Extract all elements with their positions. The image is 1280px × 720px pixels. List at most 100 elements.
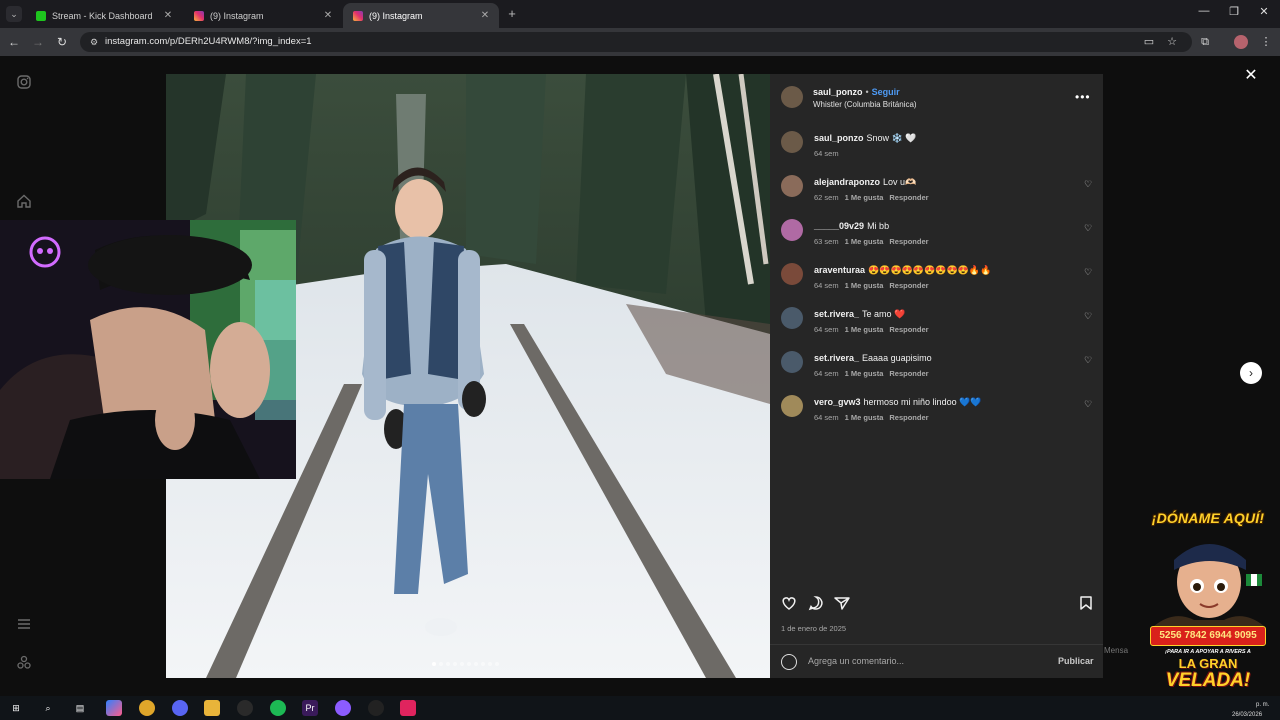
more-options-icon[interactable]: ••• — [1075, 90, 1091, 104]
comment-bubble-icon[interactable] — [807, 594, 825, 612]
carousel-dot[interactable] — [474, 662, 478, 666]
taskbar-date[interactable]: 26/03/2026 — [1232, 712, 1262, 718]
premiere-icon[interactable]: Pr — [302, 700, 318, 716]
taskbar-time[interactable]: p. m. — [1256, 702, 1269, 708]
commenter-avatar[interactable] — [781, 351, 803, 373]
reply-button[interactable]: Responder — [889, 325, 928, 334]
commenter-avatar[interactable] — [781, 307, 803, 329]
commenter-avatar[interactable] — [781, 263, 803, 285]
extensions-icon[interactable]: ⧉ — [1197, 34, 1213, 50]
forward-icon[interactable]: → — [30, 34, 46, 50]
author-avatar[interactable] — [781, 131, 803, 153]
close-post-icon[interactable]: ✕ — [1243, 68, 1259, 84]
tab-search-icon[interactable]: ⌄ — [6, 6, 22, 22]
share-send-icon[interactable] — [833, 594, 851, 612]
bookmark-star-icon[interactable]: ☆ — [1165, 36, 1179, 48]
reply-button[interactable]: Responder — [889, 237, 928, 246]
copilot-icon[interactable] — [106, 700, 122, 716]
app-icon[interactable] — [335, 700, 351, 716]
file-explorer-icon[interactable] — [204, 700, 220, 716]
close-tab-icon[interactable]: ✕ — [162, 10, 174, 21]
search-icon[interactable]: ⌕ — [40, 700, 56, 716]
caption-username[interactable]: saul_ponzo — [814, 133, 864, 143]
carousel-dot[interactable] — [495, 662, 499, 666]
like-comment-heart-icon[interactable]: ♡ — [1084, 355, 1092, 366]
instagram-logo-icon[interactable] — [16, 74, 32, 90]
close-tab-icon[interactable]: ✕ — [322, 10, 334, 21]
new-tab-icon[interactable]: + — [505, 6, 519, 21]
save-bookmark-icon[interactable] — [1077, 594, 1095, 612]
windows-start-icon[interactable]: ⊞ — [8, 700, 24, 716]
tab-instagram-active[interactable]: (9) Instagram ✕ — [343, 3, 499, 28]
carousel-dot[interactable] — [446, 662, 450, 666]
carousel-dot[interactable] — [467, 662, 471, 666]
threads-icon[interactable] — [16, 654, 32, 670]
comment-username[interactable]: _____09v29 — [814, 221, 864, 231]
comment-username[interactable]: set.rivera_ — [814, 309, 859, 319]
site-info-icon[interactable]: ⚙ — [88, 36, 100, 48]
comment-username[interactable]: araventuraa — [814, 265, 865, 275]
carousel-dot[interactable] — [481, 662, 485, 666]
discord-icon[interactable] — [172, 700, 188, 716]
commenter-avatar[interactable] — [781, 219, 803, 241]
comment-likes[interactable]: 1 Me gusta — [845, 413, 884, 422]
comment-likes[interactable]: 1 Me gusta — [845, 325, 884, 334]
carousel-dot[interactable] — [432, 662, 436, 666]
comment-username[interactable]: vero_gvw3 — [814, 397, 861, 407]
home-icon[interactable] — [16, 193, 32, 209]
carousel-dot[interactable] — [488, 662, 492, 666]
reply-button[interactable]: Responder — [889, 369, 928, 378]
more-menu-icon[interactable] — [16, 616, 32, 632]
reply-button[interactable]: Responder — [889, 281, 928, 290]
close-window-icon[interactable]: ✕ — [1256, 5, 1272, 18]
comment-username[interactable]: set.rivera_ — [814, 353, 859, 363]
obs-icon[interactable] — [237, 700, 253, 716]
author-username[interactable]: saul_ponzo — [813, 87, 863, 97]
reload-icon[interactable]: ↻ — [54, 34, 70, 50]
comment-username[interactable]: alejandraponzo — [814, 177, 880, 187]
like-comment-heart-icon[interactable]: ♡ — [1084, 311, 1092, 322]
publish-button[interactable]: Publicar — [1058, 656, 1094, 666]
omnibox[interactable]: ⚙ instagram.com/p/DERh2U4RWM8/?img_index… — [80, 32, 1192, 52]
commenter-avatar[interactable] — [781, 175, 803, 197]
carousel-dot[interactable] — [439, 662, 443, 666]
menu-kebab-icon[interactable]: ⋮ — [1258, 34, 1274, 50]
reply-button[interactable]: Responder — [889, 193, 928, 202]
carousel-dot[interactable] — [453, 662, 457, 666]
tiktok-icon[interactable] — [400, 700, 416, 716]
post-location[interactable]: Whistler (Columbia Británica) — [813, 100, 917, 109]
like-comment-heart-icon[interactable]: ♡ — [1084, 223, 1092, 234]
next-post-arrow-icon[interactable]: › — [1240, 362, 1262, 384]
back-icon[interactable]: ← — [6, 34, 22, 50]
tab-kick-dashboard[interactable]: Stream - Kick Dashboard ✕ — [26, 3, 182, 28]
like-comment-heart-icon[interactable]: ♡ — [1084, 179, 1092, 190]
task-view-icon[interactable]: ▤ — [72, 700, 88, 716]
tab-instagram-1[interactable]: (9) Instagram ✕ — [184, 3, 342, 28]
messages-label[interactable]: Mensa — [1104, 646, 1128, 655]
comment-input[interactable]: Agrega un comentario... — [808, 656, 904, 666]
reply-button[interactable]: Responder — [889, 413, 928, 422]
comment-likes[interactable]: 1 Me gusta — [845, 193, 884, 202]
author-avatar[interactable] — [781, 86, 803, 108]
post-date[interactable]: 1 de enero de 2025 — [781, 624, 846, 633]
app-icon[interactable] — [368, 700, 384, 716]
like-heart-icon[interactable] — [780, 594, 798, 612]
comment-likes[interactable]: 1 Me gusta — [845, 369, 884, 378]
carousel-dot[interactable] — [460, 662, 464, 666]
chrome-icon[interactable] — [139, 700, 155, 716]
cast-icon[interactable]: ▭ — [1142, 36, 1156, 48]
carousel-dots[interactable] — [432, 662, 499, 666]
like-comment-heart-icon[interactable]: ♡ — [1084, 399, 1092, 410]
profile-avatar[interactable] — [1234, 35, 1248, 49]
commenter-avatar[interactable] — [781, 395, 803, 417]
spotify-icon[interactable] — [270, 700, 286, 716]
emoji-icon[interactable] — [781, 654, 797, 670]
like-comment-heart-icon[interactable]: ♡ — [1084, 267, 1092, 278]
restore-icon[interactable]: ❐ — [1226, 5, 1242, 18]
comment-likes[interactable]: 1 Me gusta — [845, 237, 884, 246]
minimize-icon[interactable]: — — [1196, 5, 1212, 17]
follow-button[interactable]: Seguir — [872, 87, 900, 97]
close-tab-icon[interactable]: ✕ — [479, 10, 491, 21]
url-text[interactable]: instagram.com/p/DERh2U4RWM8/?img_index=1 — [105, 36, 312, 47]
comment-likes[interactable]: 1 Me gusta — [845, 281, 884, 290]
